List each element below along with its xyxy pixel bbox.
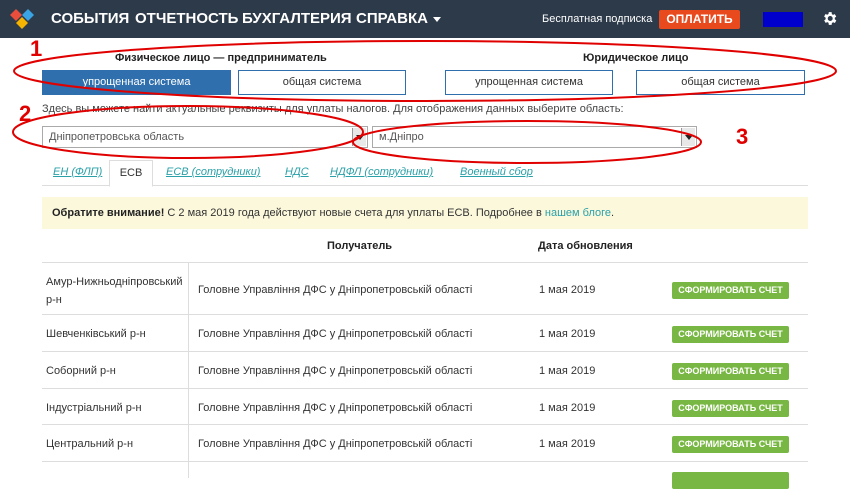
table-row: Амур-Нижньодніпровський р-н Головне Упра… <box>42 262 808 314</box>
header-update-date: Дата обновления <box>538 240 633 252</box>
tab-en-flp[interactable]: ЕН (ФЛП) <box>53 166 102 178</box>
notice-end: . <box>611 207 615 219</box>
tab-esv[interactable]: ЕСВ <box>109 160 153 187</box>
column-divider <box>188 425 189 461</box>
legal-general-button[interactable]: общая система <box>636 70 805 95</box>
table-row-partial <box>42 461 808 489</box>
city-select[interactable]: м.Дніпро <box>372 126 697 148</box>
date-cell: 1 мая 2019 <box>539 365 596 377</box>
region-select[interactable]: Дніпропетровська область <box>42 126 368 148</box>
tax-tabs: ЕН (ФЛП) ЕСВ ЕСВ (сотрудники) НДС НДФЛ (… <box>42 160 808 187</box>
tab-military-levy[interactable]: Военный сбор <box>460 166 533 178</box>
recipient-cell: Головне Управління ДФС у Дніпропетровськ… <box>198 328 473 340</box>
nav-help[interactable]: СПРАВКА <box>356 10 441 27</box>
chevron-down-icon <box>681 128 695 146</box>
legal-entity-title: Юридическое лицо <box>583 52 689 64</box>
date-cell: 1 мая 2019 <box>539 328 596 340</box>
legal-simplified-button[interactable]: упрощенная система <box>445 70 613 95</box>
district-cell: Індустріальний р-н <box>46 402 142 414</box>
table-row: Центральний р-н Головне Управління ДФС у… <box>42 424 808 461</box>
district-cell: Центральний р-н <box>46 438 134 450</box>
recipient-cell: Головне Управління ДФС у Дніпропетровськ… <box>198 402 473 414</box>
top-navigation-bar: СОБЫТИЯ ОТЧЕТНОСТЬ БУХГАЛТЕРИЯ СПРАВКА Б… <box>0 0 850 38</box>
district-cell: Шевченківський р-н <box>46 328 146 340</box>
table-row: Індустріальний р-н Головне Управління ДФ… <box>42 388 808 424</box>
free-subscription-link[interactable]: Бесплатная подписка <box>542 13 652 25</box>
app-logo-icon[interactable] <box>10 9 34 29</box>
nav-reporting[interactable]: ОТЧЕТНОСТЬ <box>135 10 238 27</box>
column-divider <box>188 352 189 388</box>
chevron-down-icon <box>352 128 366 146</box>
column-divider <box>188 263 189 314</box>
date-cell: 1 мая 2019 <box>539 284 596 296</box>
annotation-number-2: 2 <box>19 101 32 126</box>
nav-events[interactable]: СОБЫТИЯ <box>51 10 129 27</box>
column-divider <box>188 462 189 478</box>
pay-button[interactable]: ОПЛАТИТЬ <box>659 10 740 29</box>
column-divider <box>188 389 189 424</box>
header-recipient: Получатель <box>327 240 393 252</box>
city-select-value: м.Дніпро <box>379 131 424 143</box>
table-row: Шевченківський р-н Головне Управління ДФ… <box>42 314 808 351</box>
region-hint-text: Здесь вы можете найти актуальные реквизи… <box>42 103 624 115</box>
tab-pdfo-employees[interactable]: НДФЛ (сотрудники) <box>330 166 433 178</box>
generate-invoice-button-partial[interactable] <box>672 472 789 489</box>
generate-invoice-button[interactable]: СФОРМИРОВАТЬ СЧЕТ <box>672 282 789 299</box>
district-cell: Соборний р-н <box>46 365 116 377</box>
date-cell: 1 мая 2019 <box>539 438 596 450</box>
account-box[interactable] <box>763 12 803 27</box>
generate-invoice-button[interactable]: СФОРМИРОВАТЬ СЧЕТ <box>672 436 789 453</box>
tab-vat[interactable]: НДС <box>285 166 309 178</box>
individual-general-button[interactable]: общая система <box>238 70 406 95</box>
chevron-down-icon <box>432 16 441 22</box>
annotation-number-3: 3 <box>736 124 749 149</box>
generate-invoice-button[interactable]: СФОРМИРОВАТЬ СЧЕТ <box>672 363 789 380</box>
notice-bold: Обратите внимание! <box>52 207 165 219</box>
recipient-cell: Головне Управління ДФС у Дніпропетровськ… <box>198 284 473 296</box>
nav-accounting[interactable]: БУХГАЛТЕРИЯ <box>242 10 352 27</box>
generate-invoice-button[interactable]: СФОРМИРОВАТЬ СЧЕТ <box>672 400 789 417</box>
notice-banner: Обратите внимание! С 2 мая 2019 года дей… <box>42 197 808 229</box>
table-row: Соборний р-н Головне Управління ДФС у Дн… <box>42 351 808 388</box>
recipient-cell: Головне Управління ДФС у Дніпропетровськ… <box>198 365 473 377</box>
nav-help-label: СПРАВКА <box>356 10 428 27</box>
region-select-value: Дніпропетровська область <box>49 131 185 143</box>
notice-text: С 2 мая 2019 года действуют новые счета … <box>164 207 545 219</box>
blog-link[interactable]: нашем блоге <box>545 207 611 219</box>
gear-icon[interactable] <box>821 10 838 27</box>
annotation-number-1: 1 <box>30 36 43 61</box>
column-divider <box>188 315 189 351</box>
generate-invoice-button[interactable]: СФОРМИРОВАТЬ СЧЕТ <box>672 326 789 343</box>
recipient-cell: Головне Управління ДФС у Дніпропетровськ… <box>198 438 473 450</box>
district-cell: Амур-Нижньодніпровський р-н <box>46 276 183 306</box>
tab-esv-employees[interactable]: ЕСВ (сотрудники) <box>166 166 260 178</box>
date-cell: 1 мая 2019 <box>539 402 596 414</box>
individual-entrepreneur-title: Физическое лицо — предприниматель <box>115 52 327 64</box>
individual-simplified-button[interactable]: упрощенная система <box>42 70 231 95</box>
